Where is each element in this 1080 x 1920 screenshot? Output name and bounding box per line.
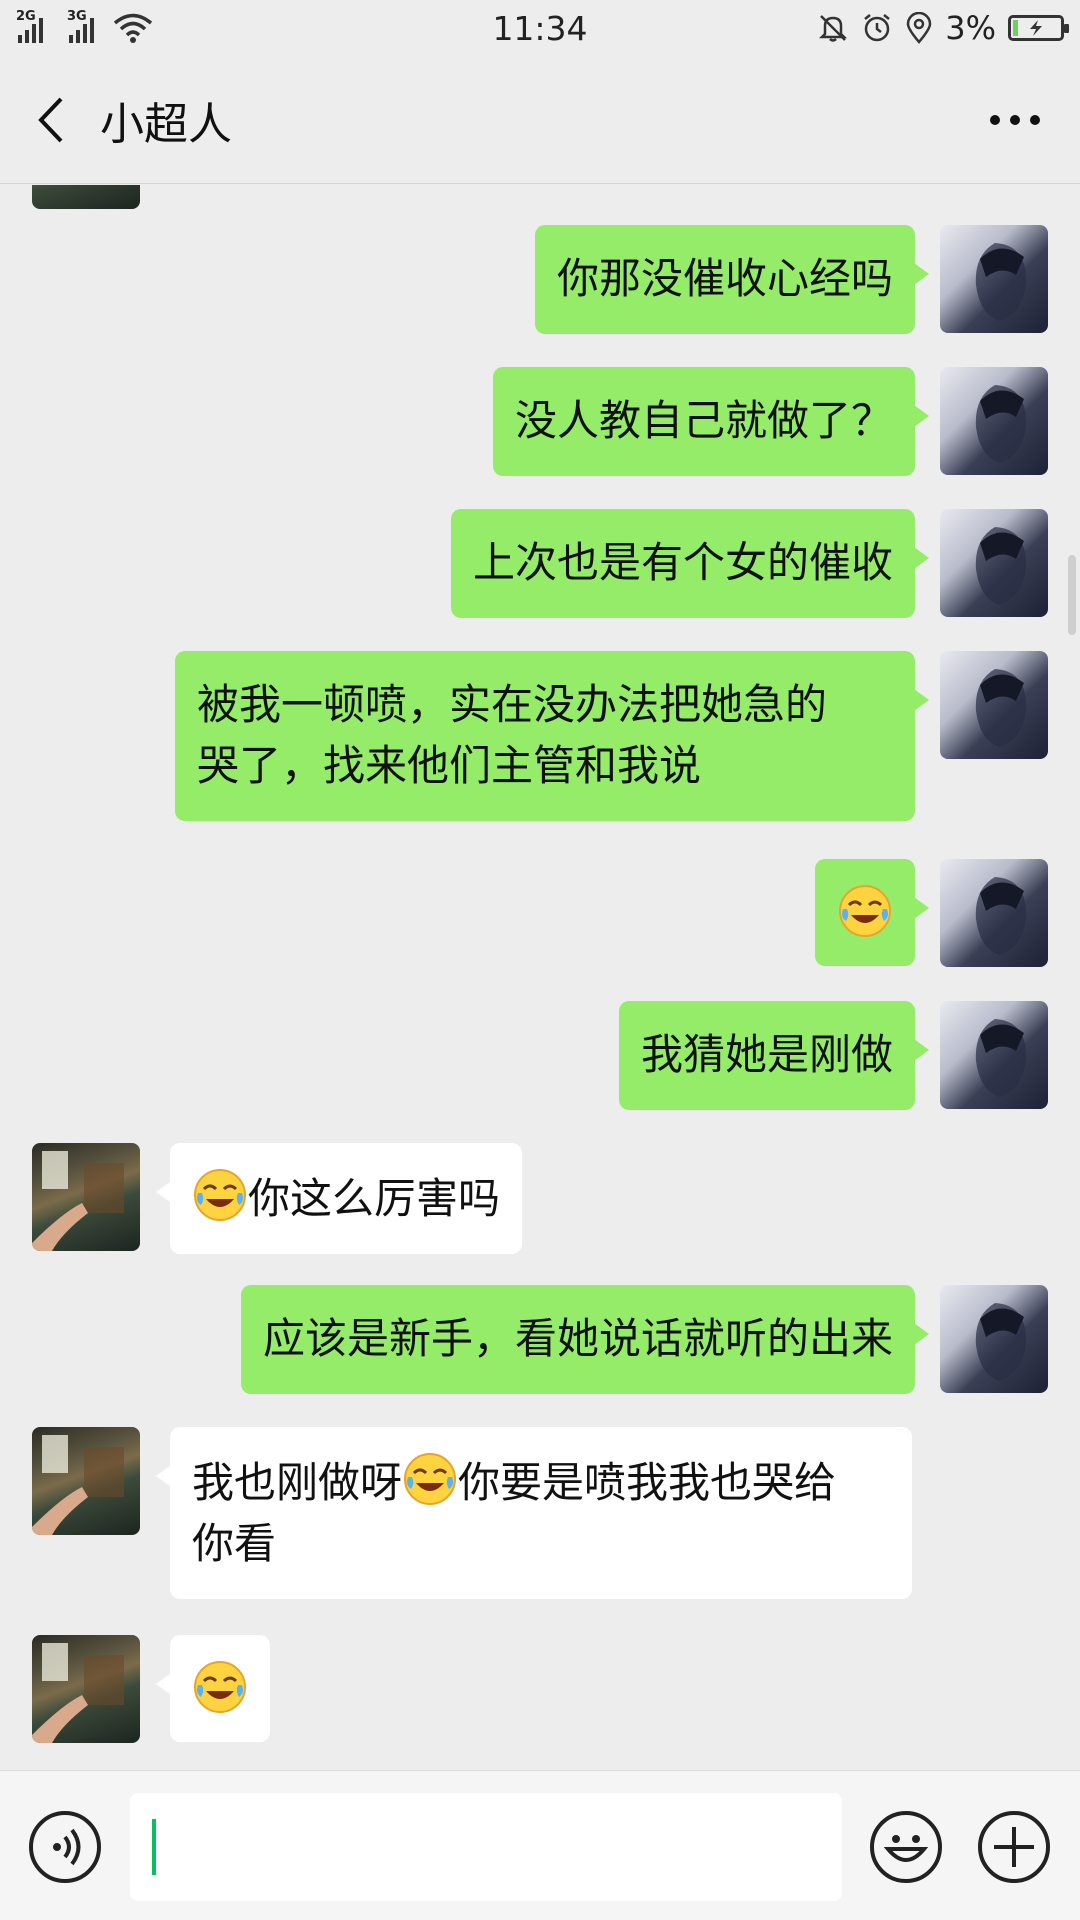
message-list[interactable]: 你那没催收心经吗 没人教自己就做了？ 上次也是有个女的催收 被我一顿喷，实在没办… [0, 185, 1080, 1770]
chat-title: 小超人 [100, 98, 232, 150]
my-avatar[interactable] [940, 509, 1048, 617]
alarm-icon [864, 14, 891, 42]
network-2g-label: 2G [16, 9, 36, 24]
mute-bell-icon [819, 15, 848, 42]
message-bubble[interactable]: 我猜她是刚做 [618, 1001, 930, 1110]
crying-laughing-emoji [194, 1169, 246, 1221]
message-line: 你看 [192, 1518, 277, 1568]
add-button[interactable] [978, 1811, 1050, 1883]
my-avatar[interactable] [940, 1001, 1048, 1109]
battery-percent: 3% [945, 9, 996, 47]
message-text: 你要是喷我我也哭给 [458, 1458, 837, 1507]
my-avatar[interactable] [940, 651, 1048, 759]
message-bubble[interactable]: 我也刚做呀 你要是喷我我也哭给 你看 [156, 1427, 912, 1599]
message-bubble[interactable]: 应该是新手，看她说话就听的出来 [240, 1285, 930, 1394]
contact-avatar[interactable] [32, 1635, 140, 1743]
scrollbar[interactable] [1068, 555, 1076, 635]
network-3g-label: 3G [67, 9, 87, 24]
status-bar: 2G 3G 11:34 3% [0, 0, 1080, 56]
voice-icon [53, 1828, 81, 1866]
chat-header: 小超人 [0, 56, 1080, 184]
message-line: 哭了，找来他们主管和我说 [197, 740, 702, 790]
message-bubble[interactable]: 被我一顿喷，实在没办法把她急的 哭了，找来他们主管和我说 [175, 651, 929, 821]
message-input[interactable] [130, 1793, 842, 1901]
message-bubble-emoji[interactable] [815, 859, 929, 966]
location-icon [906, 12, 932, 44]
contact-avatar[interactable] [32, 1143, 140, 1251]
crying-laughing-emoji [194, 1661, 246, 1713]
message-line: 被我一顿喷，实在没办法把她急的 [197, 680, 828, 729]
my-avatar[interactable] [940, 859, 1048, 967]
message-text: 我也刚做呀 [192, 1458, 403, 1507]
input-bar [0, 1770, 1080, 1920]
smiley-icon [883, 1835, 929, 1862]
my-avatar[interactable] [940, 367, 1048, 475]
contact-avatar[interactable] [32, 185, 140, 209]
contact-avatar[interactable] [32, 1427, 140, 1535]
message-line: 我也刚做呀 你要是喷我我也哭给 [192, 1451, 890, 1514]
status-right: 3% [724, 9, 1069, 47]
status-left: 2G 3G [16, 9, 356, 44]
message-text: 你这么厉害吗 [248, 1174, 501, 1223]
chevron-left-icon [38, 97, 63, 142]
my-avatar[interactable] [940, 225, 1048, 333]
text-caret [152, 1819, 156, 1875]
signal-2g-icon: 2G [16, 9, 43, 43]
message-bubble-emoji[interactable] [156, 1635, 270, 1742]
more-dots-icon [990, 115, 1040, 125]
battery-charging-icon [1008, 15, 1069, 41]
message-bubble[interactable]: 你这么厉害吗 [155, 1143, 523, 1254]
crying-laughing-emoji [404, 1453, 457, 1505]
my-avatar[interactable] [940, 1285, 1048, 1393]
signal-3g-icon: 3G [67, 9, 94, 43]
status-time: 11:34 [492, 8, 588, 48]
voice-button[interactable] [29, 1811, 101, 1883]
wifi-icon [113, 13, 153, 43]
more-button[interactable] [980, 96, 1050, 144]
emoji-button[interactable] [870, 1811, 942, 1883]
message-bubble[interactable]: 上次也是有个女的催收 [450, 509, 930, 618]
message-bubble[interactable]: 没人教自己就做了？ [492, 367, 930, 476]
crying-laughing-emoji [839, 885, 891, 937]
message-bubble[interactable]: 你那没催收心经吗 [534, 225, 930, 334]
back-button[interactable] [0, 56, 100, 184]
plus-icon [994, 1827, 1034, 1867]
